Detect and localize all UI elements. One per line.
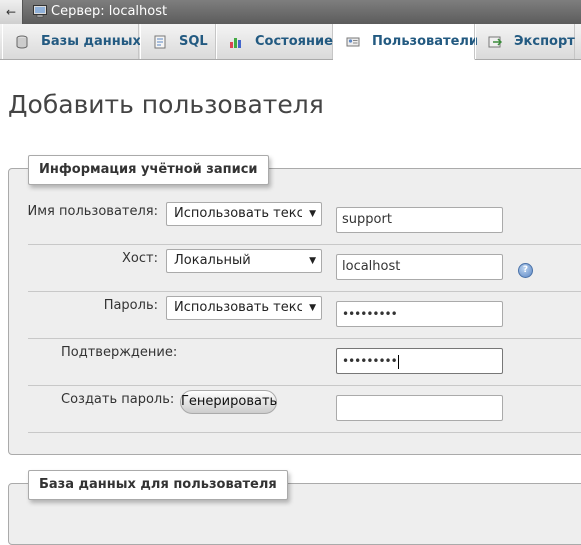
status-chart-icon (230, 38, 241, 48)
server-title[interactable]: Сервер: localhost (51, 0, 167, 24)
sql-icon (154, 35, 166, 49)
tab-databases[interactable]: Базы данных (2, 24, 141, 59)
select-value: Использовать текстовое поле (174, 206, 302, 221)
generate-password-label: Создать пароль: (61, 392, 175, 407)
dropdown-arrow-icon: ▼ (309, 256, 316, 266)
dropdown-arrow-icon: ▼ (309, 209, 316, 219)
dropdown-arrow-icon: ▼ (309, 303, 316, 313)
server-icon (33, 5, 47, 18)
export-icon (488, 36, 502, 48)
tab-label: Пользователи (372, 34, 479, 49)
confirm-password-input[interactable]: ••••••••• (336, 348, 503, 374)
row-divider (28, 291, 581, 292)
database-icon (16, 35, 28, 49)
tab-export[interactable]: Экспорт (475, 24, 575, 59)
username-label: Имя пользователя: (27, 204, 158, 219)
back-arrow-button[interactable]: ← (0, 0, 23, 24)
tab-sql[interactable]: SQL (140, 24, 216, 59)
database-legend: База данных для пользователя (28, 470, 288, 500)
server-bar: ← Сервер: localhost (0, 0, 581, 24)
select-value: Локальный (174, 253, 251, 268)
username-input[interactable]: support (336, 207, 503, 233)
generated-password-input[interactable] (336, 395, 503, 421)
row-divider (28, 244, 581, 245)
text-caret (397, 354, 399, 369)
row-divider (28, 338, 581, 339)
password-input[interactable]: ••••••••• (336, 301, 503, 327)
tab-label: SQL (179, 34, 208, 49)
tab-label: Состояние (255, 34, 333, 49)
password-type-select[interactable]: Использовать текстовое поле ▼ (166, 296, 322, 320)
select-value: Использовать текстовое поле (174, 300, 302, 315)
page-title: Добавить пользователя (8, 90, 324, 119)
users-icon (346, 37, 360, 47)
help-icon[interactable]: ? (518, 263, 533, 278)
username-type-select[interactable]: Использовать текстовое поле ▼ (166, 202, 322, 226)
generate-password-button[interactable]: Генерировать (180, 390, 277, 414)
host-input[interactable]: localhost (336, 254, 503, 280)
tab-label: Базы данных (41, 34, 141, 49)
password-label: Пароль: (103, 298, 158, 313)
tab-status[interactable]: Состояние (216, 24, 333, 59)
main-tabs: Базы данных SQL Состояние Пользователи Э… (0, 24, 581, 60)
account-info-legend: Информация учётной записи (28, 155, 269, 185)
host-type-select[interactable]: Локальный ▼ (166, 249, 322, 273)
confirm-value: ••••••••• (342, 354, 398, 368)
tab-label: Экспорт (514, 34, 575, 49)
tab-users[interactable]: Пользователи (333, 24, 479, 60)
confirm-label: Подтверждение: (61, 345, 178, 360)
row-divider (28, 385, 581, 386)
row-divider (28, 432, 581, 433)
host-label: Хост: (122, 251, 158, 266)
